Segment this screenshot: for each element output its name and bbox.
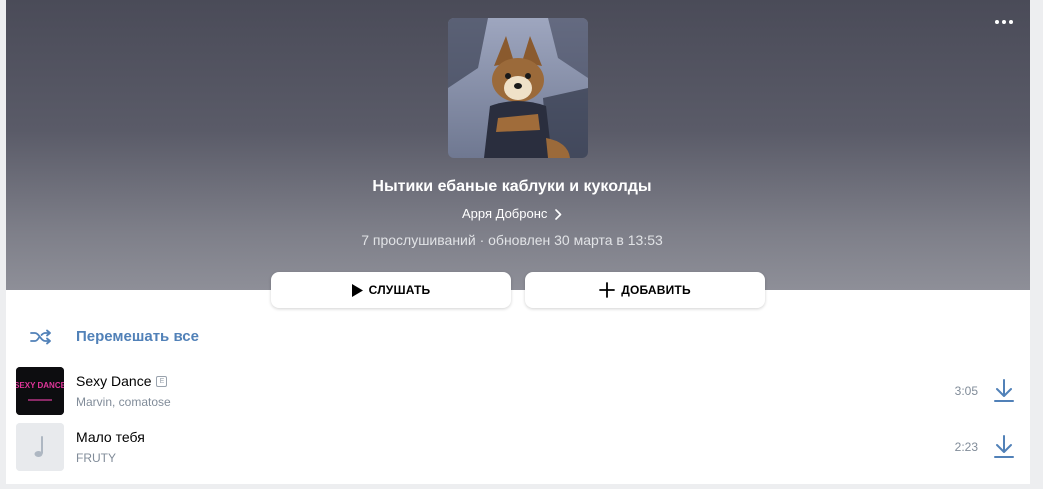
track-row[interactable]: Мало тебя FRUTY 2:23 [16,423,1020,471]
track-row[interactable]: SEXY DANCE Sexy Dance E Marvin, comatose… [16,367,1020,415]
track-cover-text: SEXY DANCE [16,381,64,390]
playlist-title: Нытики ебаные каблуки и куколды [372,178,652,195]
download-button[interactable] [992,378,1016,404]
explicit-badge: E [156,375,168,387]
download-icon [994,379,1014,402]
owner-link[interactable]: Арря Добронс [462,206,547,221]
download-button[interactable] [992,434,1016,460]
track-artist[interactable]: FRUTY [76,451,116,465]
track-title-row: Мало тебя [76,429,145,445]
track-title: Мало тебя [76,429,145,445]
play-button[interactable]: СЛУШАТЬ [271,272,511,308]
play-icon [351,283,363,297]
track-artist[interactable]: Marvin, comatose [76,395,171,409]
add-button[interactable]: ДОБАВИТЬ [525,272,765,308]
track-duration: 2:23 [954,440,978,454]
playlist-cover-image [448,18,588,158]
track-cover-art: SEXY DANCE [16,367,64,415]
shuffle-all-button[interactable]: Перемешать все [30,328,199,345]
playlist-meta: 7 прослушиваний · обновлен 30 марта в 13… [361,232,663,248]
track-title-row: Sexy Dance E [76,373,168,389]
page: Нытики ебаные каблуки и куколды Арря Доб… [0,0,1043,489]
playlist-cover [448,18,588,158]
chevron-right-icon [555,209,562,220]
playlist-header: Нытики ебаные каблуки и куколды Арря Доб… [6,0,1030,290]
add-button-label: ДОБАВИТЬ [621,283,691,297]
track-cover: SEXY DANCE [16,367,64,415]
track-title: Sexy Dance [76,373,152,389]
more-button[interactable] [994,14,1014,30]
play-button-label: СЛУШАТЬ [368,283,431,297]
shuffle-all-label: Перемешать все [76,328,199,345]
plus-icon [599,282,616,298]
track-cover [16,423,64,471]
track-duration: 3:05 [954,384,978,398]
shuffle-icon [30,329,51,344]
more-icon [995,20,1013,24]
playlist-card: Нытики ебаные каблуки и куколды Арря Доб… [6,0,1030,484]
playlist-owner[interactable]: Арря Добронс [6,206,1018,221]
download-icon [994,435,1014,458]
music-note-icon [16,423,64,471]
